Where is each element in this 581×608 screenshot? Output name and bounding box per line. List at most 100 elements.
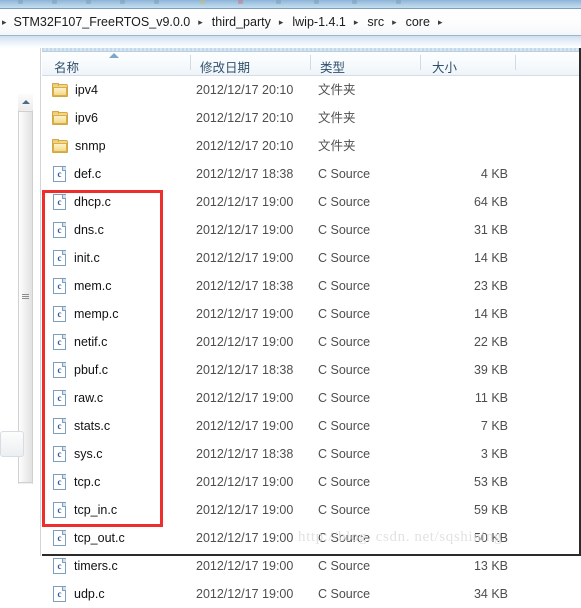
file-list-row[interactable]: c def.c 2012/12/17 18:38 C Source 4 KB xyxy=(42,160,579,188)
file-name-cell[interactable]: c pbuf.c xyxy=(52,356,108,384)
file-list-row[interactable]: c stats.c 2012/12/17 19:00 C Source 7 KB xyxy=(42,412,579,440)
column-header-name[interactable]: 名称 xyxy=(54,57,79,76)
chevron-right-icon[interactable]: ▸ xyxy=(349,17,365,27)
file-name-cell[interactable]: c init.c xyxy=(52,244,100,272)
folder-icon xyxy=(52,111,68,125)
c-source-icon: c xyxy=(52,250,67,266)
file-name-label: timers.c xyxy=(74,559,118,573)
c-source-icon: c xyxy=(52,278,67,294)
file-name-cell[interactable]: c tcp_in.c xyxy=(52,496,117,524)
file-list-row[interactable]: ipv4 2012/12/17 20:10 文件夹 xyxy=(42,76,579,104)
file-type-cell: C Source xyxy=(318,391,371,405)
file-name-cell[interactable]: c raw.c xyxy=(52,384,103,412)
file-name-cell[interactable]: c udp.c xyxy=(52,580,105,608)
column-divider[interactable] xyxy=(190,55,191,70)
file-list-row[interactable]: c sys.c 2012/12/17 18:38 C Source 3 KB xyxy=(42,440,579,468)
file-size-cell: 14 KB xyxy=(473,251,508,265)
file-name-cell[interactable]: c tcp_out.c xyxy=(52,524,125,552)
file-name-cell[interactable]: c timers.c xyxy=(52,552,118,580)
file-list-row[interactable]: c pbuf.c 2012/12/17 18:38 C Source 39 KB xyxy=(42,356,579,384)
c-source-icon: c xyxy=(52,166,67,182)
file-list-row[interactable]: c init.c 2012/12/17 19:00 C Source 14 KB xyxy=(42,244,579,272)
file-date-cell: 2012/12/17 19:00 xyxy=(196,559,294,573)
file-size-cell: 64 KB xyxy=(473,195,508,209)
column-divider[interactable] xyxy=(515,55,516,70)
file-name-cell[interactable]: ipv6 xyxy=(52,104,98,132)
file-name-cell[interactable]: c tcp.c xyxy=(52,468,100,496)
c-source-icon: c xyxy=(52,390,67,406)
file-name-cell[interactable]: c memp.c xyxy=(52,300,118,328)
file-type-cell: C Source xyxy=(318,447,371,461)
file-list-row[interactable]: c dhcp.c 2012/12/17 19:00 C Source 64 KB xyxy=(42,188,579,216)
pane-divider[interactable] xyxy=(40,48,41,556)
scroll-up-button[interactable] xyxy=(18,94,33,110)
file-type-cell: C Source xyxy=(318,195,371,209)
file-name-label: dhcp.c xyxy=(74,195,111,209)
file-name-cell[interactable]: snmp xyxy=(52,132,106,160)
file-name-cell[interactable]: c sys.c xyxy=(52,440,102,468)
chevron-right-icon[interactable]: ▸ xyxy=(274,17,290,27)
file-type-cell: C Source xyxy=(318,223,371,237)
toolbar-icon-remnant xyxy=(154,0,159,4)
file-list-row[interactable]: c tcp.c 2012/12/17 19:00 C Source 53 KB xyxy=(42,468,579,496)
file-name-label: def.c xyxy=(74,167,102,181)
file-list[interactable]: ipv4 2012/12/17 20:10 文件夹 ipv6 2012/12/17 20… xyxy=(42,76,579,602)
navigation-pane-button[interactable] xyxy=(0,431,24,457)
column-header-row[interactable]: 名称 修改日期 类型 大小 xyxy=(42,48,579,76)
file-name-cell[interactable]: c dns.c xyxy=(52,216,104,244)
file-date-cell: 2012/12/17 20:10 xyxy=(196,111,294,125)
file-list-row[interactable]: c raw.c 2012/12/17 19:00 C Source 11 KB xyxy=(42,384,579,412)
column-header-type[interactable]: 类型 xyxy=(320,57,345,76)
breadcrumb-item-src[interactable]: src xyxy=(364,14,387,30)
breadcrumb-item-project[interactable]: STM32F107_FreeRTOS_v9.0.0 xyxy=(11,14,194,30)
c-source-icon: c xyxy=(52,558,67,574)
file-size-cell: 3 KB xyxy=(480,447,508,461)
file-name-cell[interactable]: c netif.c xyxy=(52,328,107,356)
file-list-row[interactable]: c memp.c 2012/12/17 19:00 C Source 14 KB xyxy=(42,300,579,328)
column-header-size[interactable]: 大小 xyxy=(432,57,457,76)
c-source-icon: c xyxy=(52,586,67,602)
breadcrumb-item-core[interactable]: core xyxy=(403,14,433,30)
file-size-cell: 7 KB xyxy=(480,419,508,433)
file-list-row[interactable]: c netif.c 2012/12/17 19:00 C Source 22 KB xyxy=(42,328,579,356)
scrollbar-thumb[interactable] xyxy=(18,111,33,483)
file-date-cell: 2012/12/17 19:00 xyxy=(196,391,294,405)
file-date-cell: 2012/12/17 19:00 xyxy=(196,195,294,209)
column-divider[interactable] xyxy=(310,55,311,70)
c-source-icon: c xyxy=(52,530,67,546)
file-size-cell: 59 KB xyxy=(473,503,508,517)
file-name-cell[interactable]: c mem.c xyxy=(52,272,112,300)
file-list-row[interactable]: c timers.c 2012/12/17 19:00 C Source 13 KB xyxy=(42,552,579,580)
chevron-right-icon[interactable]: ▸ xyxy=(433,17,449,27)
chevron-right-icon[interactable]: ▸ xyxy=(0,17,11,27)
file-list-row[interactable]: snmp 2012/12/17 20:10 文件夹 xyxy=(42,132,579,160)
address-bar-breadcrumb[interactable]: ▸ STM32F107_FreeRTOS_v9.0.0 ▸ third_part… xyxy=(0,9,581,36)
breadcrumb-item-third-party[interactable]: third_party xyxy=(209,14,274,30)
file-name-label: snmp xyxy=(75,139,106,153)
chevron-right-icon[interactable]: ▸ xyxy=(387,17,403,27)
toolbar-icon-remnant xyxy=(314,0,319,4)
c-source-icon: c xyxy=(52,306,67,322)
file-date-cell: 2012/12/17 19:00 xyxy=(196,531,294,545)
file-name-cell[interactable]: ipv4 xyxy=(52,76,98,104)
file-name-cell[interactable]: c def.c xyxy=(52,160,101,188)
file-list-row[interactable]: c tcp_in.c 2012/12/17 19:00 C Source 59 KB xyxy=(42,496,579,524)
address-bar-underlay xyxy=(0,36,581,48)
file-list-row[interactable]: c dns.c 2012/12/17 19:00 C Source 31 KB xyxy=(42,216,579,244)
column-divider[interactable] xyxy=(420,55,421,70)
file-list-row[interactable]: ipv6 2012/12/17 20:10 文件夹 xyxy=(42,104,579,132)
toolbar-icon-remnant xyxy=(86,0,91,4)
file-size-cell: 39 KB xyxy=(473,363,508,377)
file-list-row[interactable]: c udp.c 2012/12/17 19:00 C Source 34 KB xyxy=(42,580,579,608)
chevron-right-icon[interactable]: ▸ xyxy=(193,17,209,27)
file-type-cell: C Source xyxy=(318,503,371,517)
file-type-cell: C Source xyxy=(318,363,371,377)
file-name-cell[interactable]: c stats.c xyxy=(52,412,110,440)
c-source-icon: c xyxy=(52,474,67,490)
file-date-cell: 2012/12/17 18:38 xyxy=(196,279,294,293)
breadcrumb-item-lwip[interactable]: lwip-1.4.1 xyxy=(289,14,349,30)
column-header-date-modified[interactable]: 修改日期 xyxy=(200,57,250,76)
file-name-cell[interactable]: c dhcp.c xyxy=(52,188,111,216)
file-list-row[interactable]: c mem.c 2012/12/17 18:38 C Source 23 KB xyxy=(42,272,579,300)
file-date-cell: 2012/12/17 19:00 xyxy=(196,587,294,601)
